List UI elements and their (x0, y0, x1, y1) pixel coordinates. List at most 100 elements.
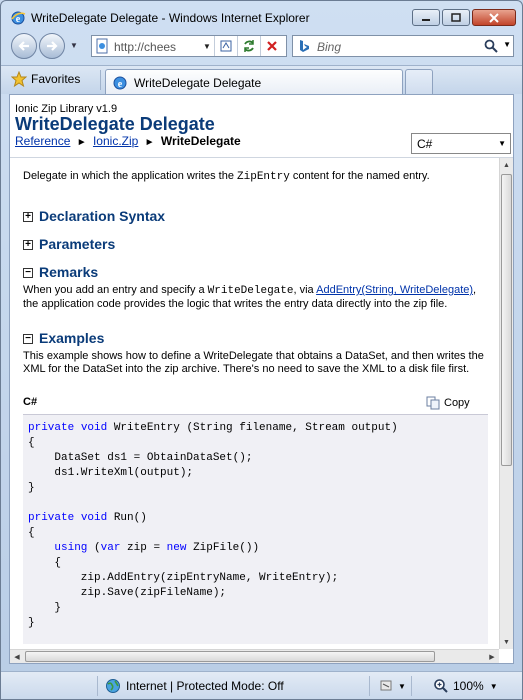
code-text: private void WriteEntry (String filename… (28, 422, 398, 629)
summary-post: content for the named entry. (289, 170, 430, 182)
remarks-code: WriteDelegate (207, 285, 294, 297)
summary-text: Delegate in which the application writes… (23, 170, 488, 184)
tab-separator (100, 70, 101, 90)
forward-button[interactable] (39, 33, 65, 59)
collapse-icon: − (23, 267, 33, 278)
section-remarks[interactable]: − Remarks (23, 265, 98, 279)
refresh-icon (244, 40, 254, 52)
close-icon (489, 12, 499, 23)
page-title: WriteDelegate Delegate (15, 114, 215, 134)
address-dropdown[interactable]: ▼ (200, 36, 214, 56)
status-divider (97, 676, 98, 696)
remarks-pre: When you add an entry and specify a (23, 284, 208, 296)
recent-pages-dropdown[interactable]: ▼ (70, 41, 78, 50)
page-content: Ionic Zip Library v1.9 WriteDelegate Del… (9, 94, 514, 664)
zoom-control[interactable]: 100% ▼ (433, 678, 498, 694)
svg-text:e: e (118, 79, 123, 90)
language-select[interactable]: C# ▼ (411, 133, 511, 154)
security-settings-dropdown[interactable]: ▼ (398, 682, 406, 691)
magnifier-icon[interactable] (483, 38, 499, 54)
minimize-button[interactable] (412, 9, 440, 26)
maximize-button[interactable] (442, 9, 470, 26)
section-declaration-syntax[interactable]: + Declaration Syntax (23, 208, 166, 224)
window-controls (410, 9, 516, 26)
search-box[interactable]: Bing ▼ (292, 35, 514, 57)
address-bar[interactable]: http://chees ▼ (91, 35, 287, 57)
summary-pre: Delegate in which the application writes… (23, 170, 238, 182)
breadcrumb-separator: ► (76, 137, 87, 148)
search-options-dropdown[interactable]: ▼ (503, 40, 511, 49)
refresh-button[interactable] (237, 36, 260, 56)
expand-icon: + (23, 211, 33, 222)
stop-icon (267, 41, 277, 51)
navigation-bar: ▼ http://chees ▼ Bing ▼ (1, 29, 522, 63)
minimize-icon (422, 18, 430, 21)
bing-icon (300, 40, 309, 52)
ie-logo-icon: e (11, 11, 26, 25)
breadcrumb-current: WriteDelegate (160, 134, 241, 148)
favorites-label: Favorites (31, 72, 81, 86)
section-title: Parameters (39, 236, 116, 252)
back-button[interactable] (11, 33, 37, 59)
breadcrumb-reference-link[interactable]: Reference (15, 134, 70, 148)
status-divider (369, 676, 370, 696)
zoom-dropdown[interactable]: ▼ (490, 682, 498, 691)
section-parameters[interactable]: + Parameters (23, 236, 116, 252)
new-tab-button[interactable] (405, 69, 433, 95)
security-settings-icon[interactable] (379, 679, 395, 693)
collapse-icon: − (23, 333, 33, 344)
browser-window: e WriteDelegate Delegate - Windows Inter… (0, 0, 523, 700)
language-select-value: C# (417, 137, 433, 151)
breadcrumb-separator: ► (144, 137, 155, 148)
chevron-down-icon: ▼ (498, 139, 506, 148)
svg-text:e: e (16, 14, 21, 25)
code-block: private void WriteEntry (String filename… (23, 414, 488, 644)
tab-writedelegate[interactable]: e WriteDelegate Delegate (105, 69, 403, 95)
zoom-level: 100% (453, 679, 484, 693)
page-header: Ionic Zip Library v1.9 WriteDelegate Del… (10, 95, 513, 158)
scroll-left-arrow-icon[interactable]: ◀ (10, 650, 24, 663)
status-bar: Internet | Protected Mode: Off ▼ 100% ▼ (1, 671, 522, 699)
forward-arrow-icon (47, 41, 58, 51)
copy-icon (426, 396, 440, 410)
horizontal-scroll-thumb[interactable] (25, 651, 435, 662)
security-zone[interactable]: Internet | Protected Mode: Off (105, 678, 284, 694)
section-examples[interactable]: − Examples (23, 331, 104, 345)
globe-icon (106, 679, 120, 693)
ie-page-icon: e (113, 76, 127, 90)
favorites-tab-bar: Favorites e WriteDelegate Delegate (1, 65, 522, 95)
breadcrumb: Reference ► Ionic.Zip ► WriteDelegate (15, 134, 241, 148)
scroll-up-arrow-icon[interactable]: ▲ (500, 158, 513, 172)
maximize-icon (451, 13, 461, 22)
section-title: Declaration Syntax (39, 208, 166, 224)
zone-label: Internet | Protected Mode: Off (126, 679, 284, 693)
compatibility-icon (220, 40, 232, 52)
favorites-button[interactable]: Favorites (11, 71, 80, 87)
breadcrumb-ioniczip-link[interactable]: Ionic.Zip (93, 134, 138, 148)
tab-label: WriteDelegate Delegate (134, 75, 262, 90)
scroll-right-arrow-icon[interactable]: ▶ (485, 650, 499, 663)
stop-button[interactable] (260, 36, 283, 56)
expand-icon: + (23, 239, 33, 250)
page-icon (96, 38, 108, 54)
remarks-mid: , via (293, 284, 317, 296)
copy-label: Copy (444, 396, 470, 409)
back-arrow-icon (18, 41, 29, 51)
status-divider (411, 676, 412, 696)
scroll-down-arrow-icon[interactable]: ▼ (500, 635, 513, 649)
url-text: http://chees (114, 40, 177, 54)
remarks-text: When you add an entry and specify a Writ… (23, 284, 488, 311)
horizontal-scrollbar[interactable]: ◀ ▶ (10, 649, 499, 663)
zoom-magnifier-icon (434, 679, 448, 693)
vertical-scroll-thumb[interactable] (501, 174, 512, 466)
code-language-label: C# (23, 396, 38, 408)
compatibility-view-button[interactable] (214, 36, 237, 56)
window-title: WriteDelegate Delegate - Windows Interne… (31, 11, 310, 25)
vertical-scrollbar[interactable]: ▲ ▼ (499, 158, 513, 649)
search-placeholder: Bing (317, 40, 342, 54)
star-icon (11, 71, 27, 87)
addentry-link[interactable]: AddEntry(String, WriteDelegate) (316, 284, 473, 296)
copy-button[interactable]: Copy (426, 396, 470, 410)
examples-text: This example shows how to define a Write… (23, 350, 484, 375)
close-window-button[interactable] (472, 9, 516, 26)
